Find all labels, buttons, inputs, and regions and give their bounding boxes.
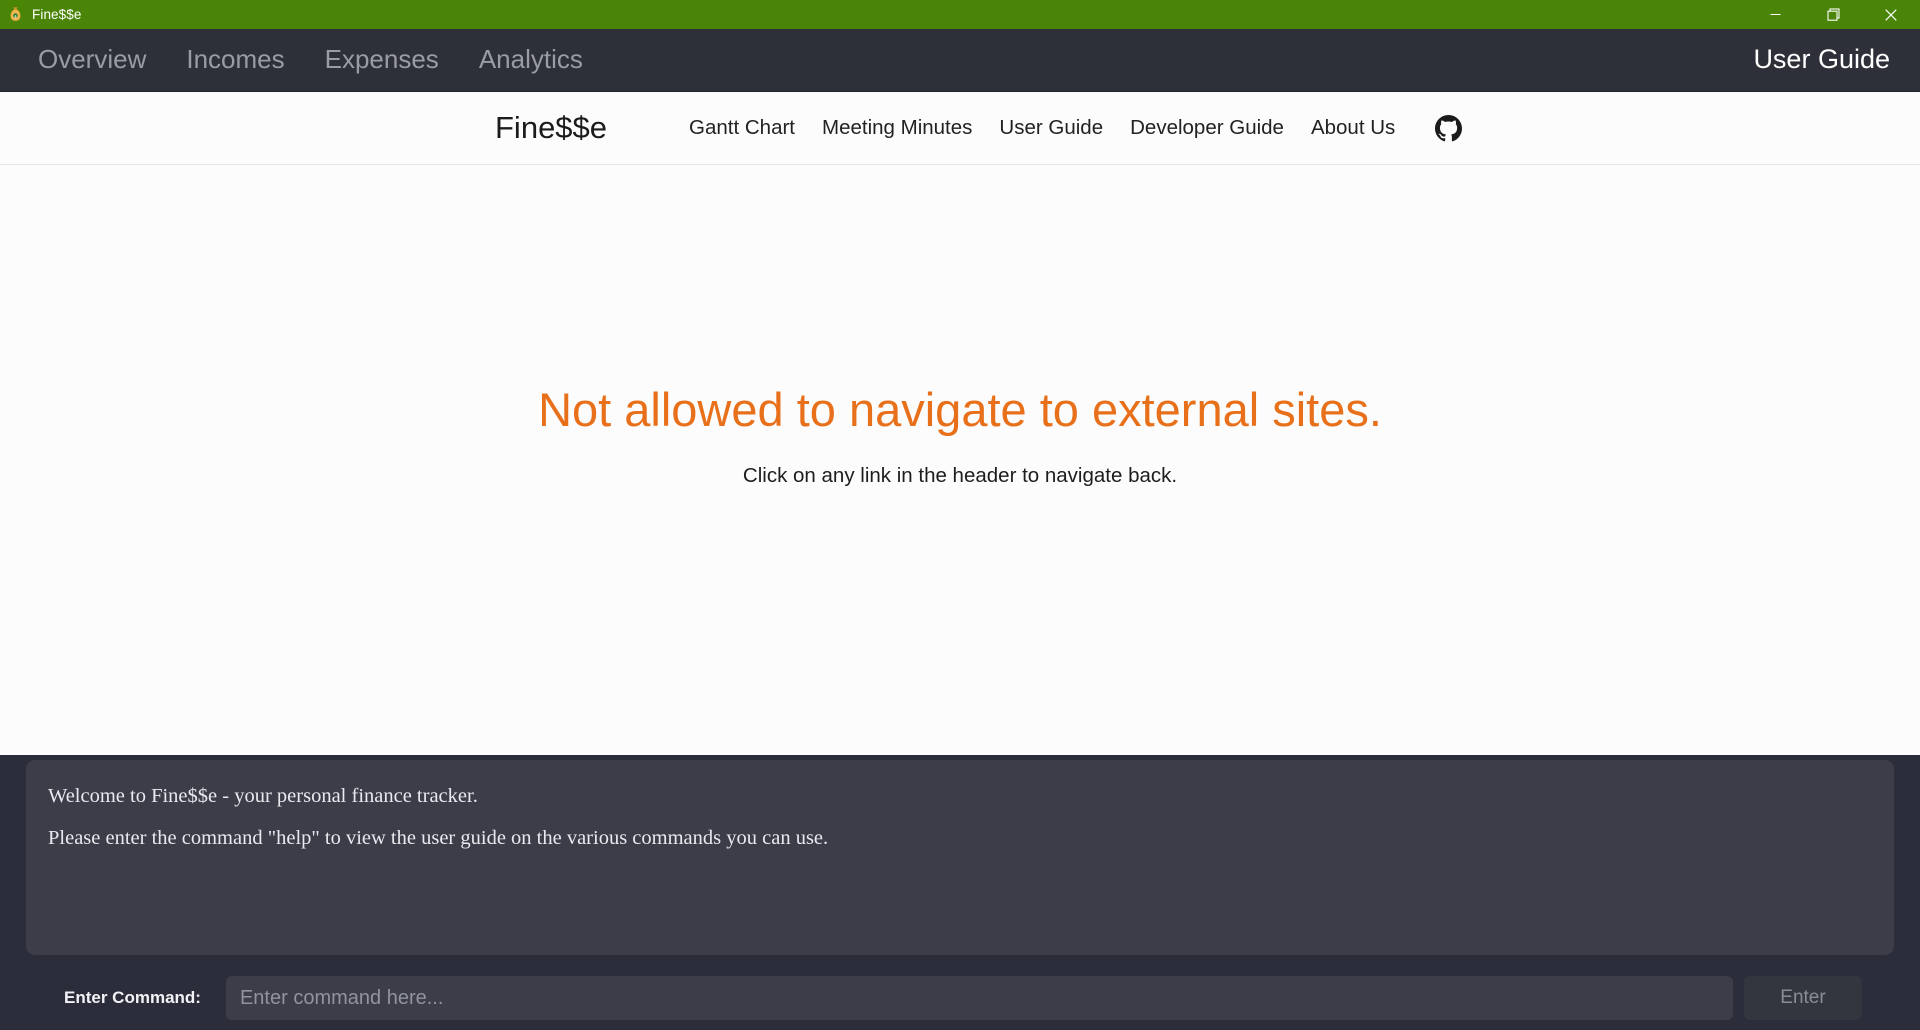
close-button[interactable] [1862, 0, 1920, 29]
window-controls [1746, 0, 1920, 29]
tab-analytics[interactable]: Analytics [459, 39, 603, 81]
command-bar: Enter Command: Enter [26, 966, 1894, 1030]
webview-link-user-guide[interactable]: User Guide [999, 116, 1103, 140]
console-area: Welcome to Fine$$e - your personal finan… [0, 755, 1920, 1030]
close-icon [1885, 8, 1897, 21]
tab-expenses[interactable]: Expenses [305, 39, 459, 81]
enter-button[interactable]: Enter [1744, 976, 1862, 1020]
error-title: Not allowed to navigate to external site… [538, 383, 1382, 436]
tab-incomes[interactable]: Incomes [166, 39, 304, 81]
titlebar-left-group: $ Fine$$e [0, 6, 82, 23]
webview-link-about-us[interactable]: About Us [1311, 116, 1395, 140]
command-input[interactable] [225, 976, 1733, 1020]
webview-link-gantt-chart[interactable]: Gantt Chart [689, 116, 795, 140]
webview-content: Not allowed to navigate to external site… [0, 165, 1920, 755]
command-label: Enter Command: [64, 988, 201, 1007]
application-tab-list: Overview Incomes Expenses Analytics [18, 39, 603, 81]
window-title: Fine$$e [32, 7, 82, 22]
maximize-button[interactable] [1804, 0, 1862, 29]
console-line: Please enter the command "help" to view … [48, 826, 829, 849]
embedded-webview: Fine$$e Gantt Chart Meeting Minutes User… [0, 92, 1920, 755]
webview-header: Fine$$e Gantt Chart Meeting Minutes User… [0, 92, 1920, 165]
github-icon[interactable] [1435, 114, 1463, 142]
svg-text:$: $ [14, 14, 17, 18]
webview-link-list: Gantt Chart Meeting Minutes User Guide D… [689, 114, 1463, 142]
application-navbar: Overview Incomes Expenses Analytics User… [0, 29, 1920, 92]
tab-user-guide[interactable]: User Guide [1751, 38, 1892, 81]
tab-overview[interactable]: Overview [18, 39, 166, 81]
webview-brand[interactable]: Fine$$e [495, 110, 607, 146]
webview-link-meeting-minutes[interactable]: Meeting Minutes [822, 116, 972, 140]
window-titlebar: $ Fine$$e [0, 0, 1920, 29]
minimize-icon [1770, 14, 1780, 15]
console-line: Welcome to Fine$$e - your personal finan… [48, 785, 478, 807]
webview-link-developer-guide[interactable]: Developer Guide [1130, 116, 1284, 140]
minimize-button[interactable] [1746, 0, 1804, 29]
application-window: $ Fine$$e Overview Incomes Expenses Anal… [0, 0, 1920, 1030]
restore-icon [1826, 8, 1840, 21]
error-subtitle: Click on any link in the header to navig… [742, 464, 1178, 488]
console-output-panel: Welcome to Fine$$e - your personal finan… [26, 760, 1894, 955]
money-bag-icon: $ [7, 6, 24, 23]
